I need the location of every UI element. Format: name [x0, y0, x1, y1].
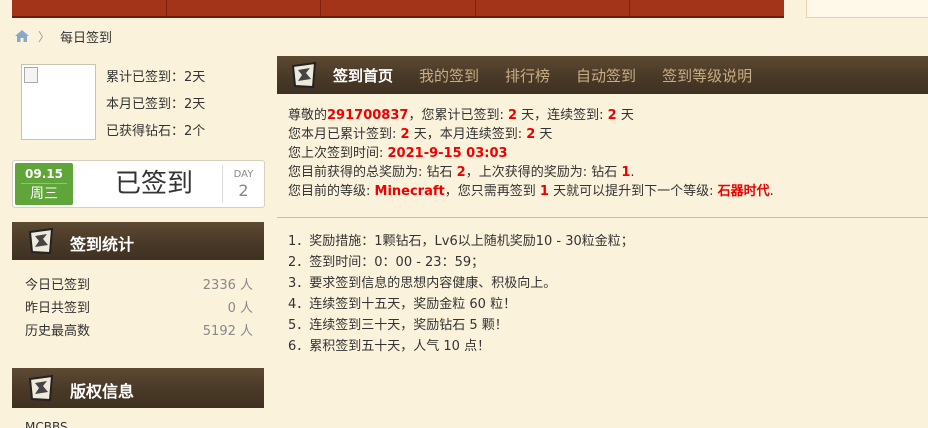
tab-my-checkin[interactable]: 我的签到 [419, 65, 479, 86]
breadcrumb: 〉 每日签到 [14, 27, 112, 46]
checkin-date-badge: 09.15 周三 [15, 163, 73, 205]
stats-panel-title: 签到统计 [70, 235, 135, 254]
checkin-day-counter: DAY 2 [222, 165, 264, 203]
user-checkin-summary: 累计已签到：2天 本月已签到：2天 已获得钻石：2个 [106, 64, 205, 145]
nav-slot[interactable] [12, 0, 167, 16]
tab-level-info[interactable]: 签到等级说明 [662, 65, 752, 86]
broken-image-icon [24, 67, 38, 83]
info-line-level: 您目前的等级: Minecraft，您只需再签到 1 天就可以提升到下一个等级:… [288, 184, 774, 199]
list-item: 5．连续签到三十天，奖励钻石 5 颗！ [288, 318, 508, 333]
creeper-emblem-icon [28, 227, 54, 255]
avatar[interactable] [21, 64, 96, 140]
list-item: 1．奖励措施：1颗钻石，Lv6以上随机奖励10 - 30粒金粒； [288, 234, 634, 249]
stat-month-days: 本月已签到：2天 [106, 97, 206, 112]
checkin-status: 已签到 [114, 169, 193, 199]
nav-slot[interactable] [167, 0, 322, 16]
stats-list: 今日已签到 2336 人 昨日共签到 0 人 历史最高数 5192 人 [25, 274, 253, 343]
home-icon[interactable] [14, 29, 30, 43]
checkin-card[interactable]: 09.15 周三 已签到 DAY 2 [12, 160, 265, 208]
creeper-emblem-icon [291, 61, 317, 89]
tab-leaderboard[interactable]: 排行榜 [505, 65, 550, 86]
list-item: 4．连续签到十五天，奖励金粒 60 粒！ [288, 297, 517, 312]
main-tabs-bar: 签到首页 我的签到 排行榜 自动签到 签到等级说明 [277, 56, 928, 94]
list-item: 历史最高数 5192 人 [25, 324, 253, 339]
list-item: 昨日共签到 0 人 [25, 301, 253, 316]
copyright-panel-header: 版权信息 [12, 368, 264, 408]
divider [277, 217, 928, 218]
stats-panel-header: 签到统计 [12, 222, 264, 260]
top-navigation-bar [12, 0, 784, 18]
creeper-emblem-icon [28, 374, 54, 402]
top-right-panel [806, 0, 928, 18]
info-line-month: 您本月已累计签到: 2 天，本月连续签到: 2 天 [288, 127, 553, 142]
breadcrumb-separator: 〉 [38, 29, 51, 44]
nav-slot[interactable] [321, 0, 476, 16]
nav-slot[interactable] [476, 0, 631, 16]
stat-diamonds: 已获得钻石：2个 [106, 124, 206, 139]
copyright-text: MCBBS [25, 420, 68, 428]
checkin-date: 09.15 [21, 165, 67, 184]
stat-total-days: 累计已签到：2天 [106, 70, 206, 85]
list-item: 3．要求签到信息的思想内容健康、积极向上。 [288, 276, 557, 291]
user-id: 291700837 [327, 108, 409, 123]
info-line-reward: 您目前获得的总奖励为: 钻石 2，上次获得的奖励为: 钻石 1. [288, 165, 635, 180]
breadcrumb-current[interactable]: 每日签到 [60, 27, 112, 46]
checkin-info: 尊敬的291700837，您累计已签到: 2 天，连续签到: 2 天 您本月已累… [288, 106, 774, 201]
info-line-total: 尊敬的291700837，您累计已签到: 2 天，连续签到: 2 天 [288, 108, 634, 123]
list-item: 2．签到时间：0：00 - 23：59； [288, 255, 485, 270]
copyright-panel-title: 版权信息 [70, 382, 135, 401]
info-line-last-time: 您上次签到时间: 2021-9-15 03:03 [288, 146, 508, 161]
tab-auto-checkin[interactable]: 自动签到 [576, 65, 636, 86]
list-item: 今日已签到 2336 人 [25, 278, 253, 293]
tab-checkin-home[interactable]: 签到首页 [333, 65, 393, 86]
tab-list: 签到首页 我的签到 排行榜 自动签到 签到等级说明 [333, 56, 778, 94]
checkin-rules: 1．奖励措施：1颗钻石，Lv6以上随机奖励10 - 30粒金粒； 2．签到时间：… [288, 231, 634, 357]
list-item: 6．累积签到五十天，人气 10 点！ [288, 339, 491, 354]
nav-slot[interactable] [630, 0, 784, 16]
checkin-weekday: 周三 [30, 186, 58, 202]
